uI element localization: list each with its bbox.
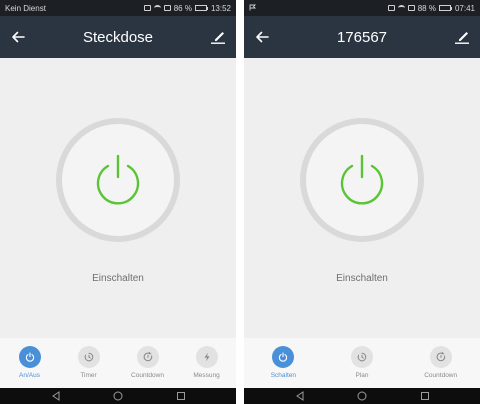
battery-icon (194, 5, 208, 11)
system-recents-button[interactable] (174, 390, 188, 402)
countdown-icon (436, 352, 445, 362)
power-label: Einschalten (336, 273, 388, 284)
back-triangle-icon (51, 391, 59, 401)
phone-screen-left: Kein Dienst 86 % 13:52 Steckdose Einscha… (0, 0, 236, 404)
status-bar: 88 % 07:41 (244, 0, 480, 16)
arrow-left-icon (256, 31, 269, 43)
tab-timer[interactable]: Timer (59, 338, 118, 388)
tab-label: Messung (193, 372, 220, 379)
power-toggle-button[interactable] (56, 118, 180, 242)
tab-plan[interactable]: Plan (323, 338, 402, 388)
power-icon (25, 352, 34, 362)
tab-label: Schalten (270, 372, 296, 379)
power-toggle-button[interactable] (300, 118, 424, 242)
bottom-tab-bar: An/Aus Timer Countdown Messung (0, 338, 236, 388)
timer-icon (84, 352, 93, 362)
vibrate-icon (143, 5, 151, 11)
tab-label: Timer (80, 372, 97, 379)
lightning-icon (203, 352, 210, 362)
timer-icon (357, 352, 367, 362)
power-icon (340, 154, 384, 205)
countdown-icon (143, 352, 152, 362)
status-time: 13:52 (210, 3, 231, 13)
status-bar: Kein Dienst 86 % 13:52 (0, 0, 236, 16)
tab-label: Countdown (424, 372, 458, 379)
power-label: Einschalten (92, 273, 144, 284)
sim-icon (407, 5, 415, 11)
edit-button[interactable] (206, 25, 230, 49)
flag-icon (249, 4, 257, 10)
system-recents-button[interactable] (418, 390, 432, 402)
tab-label: An/Aus (19, 372, 40, 379)
system-nav-bar (244, 388, 480, 404)
battery-percent: 88 % (417, 3, 436, 13)
system-home-button[interactable] (355, 390, 369, 402)
phone-screen-right: 88 % 07:41 176567 Einschalten Schalten P… (244, 0, 480, 404)
system-home-button[interactable] (111, 390, 125, 402)
bottom-tab-bar: Schalten Plan Countdown (244, 338, 480, 388)
back-triangle-icon (295, 391, 303, 401)
power-icon (279, 352, 288, 362)
power-icon (96, 154, 140, 205)
back-button[interactable] (6, 25, 30, 49)
sim-icon (163, 5, 171, 11)
edit-button[interactable] (450, 25, 474, 49)
tab-label: Countdown (131, 372, 164, 379)
wifi-icon (153, 5, 161, 11)
tab-messung[interactable]: Messung (177, 338, 236, 388)
recents-square-icon (176, 392, 185, 400)
carrier-text: Kein Dienst (5, 3, 46, 13)
page-title: Steckdose (82, 28, 154, 46)
app-header: 176567 (244, 16, 480, 58)
pencil-icon (211, 32, 225, 44)
battery-icon (438, 5, 452, 11)
vibrate-icon (387, 5, 395, 11)
app-header: Steckdose (0, 16, 236, 58)
battery-percent: 86 % (173, 3, 192, 13)
recents-square-icon (420, 392, 429, 400)
wifi-icon (397, 5, 405, 11)
pencil-icon (455, 32, 469, 44)
system-back-button[interactable] (49, 390, 63, 402)
page-title: 176567 (336, 28, 388, 46)
status-icons: 86 % 13:52 (143, 3, 231, 13)
home-circle-icon (113, 391, 123, 401)
status-icons: 88 % 07:41 (387, 3, 475, 13)
status-time: 07:41 (454, 3, 475, 13)
tab-countdown[interactable]: Countdown (401, 338, 480, 388)
system-back-button[interactable] (293, 390, 307, 402)
tab-countdown[interactable]: Countdown (118, 338, 177, 388)
tab-label: Plan (355, 372, 369, 379)
back-button[interactable] (250, 25, 274, 49)
tab-an-aus[interactable]: An/Aus (0, 338, 59, 388)
tab-schalten[interactable]: Schalten (244, 338, 323, 388)
home-circle-icon (357, 391, 367, 401)
arrow-left-icon (12, 31, 25, 43)
system-nav-bar (0, 388, 236, 404)
